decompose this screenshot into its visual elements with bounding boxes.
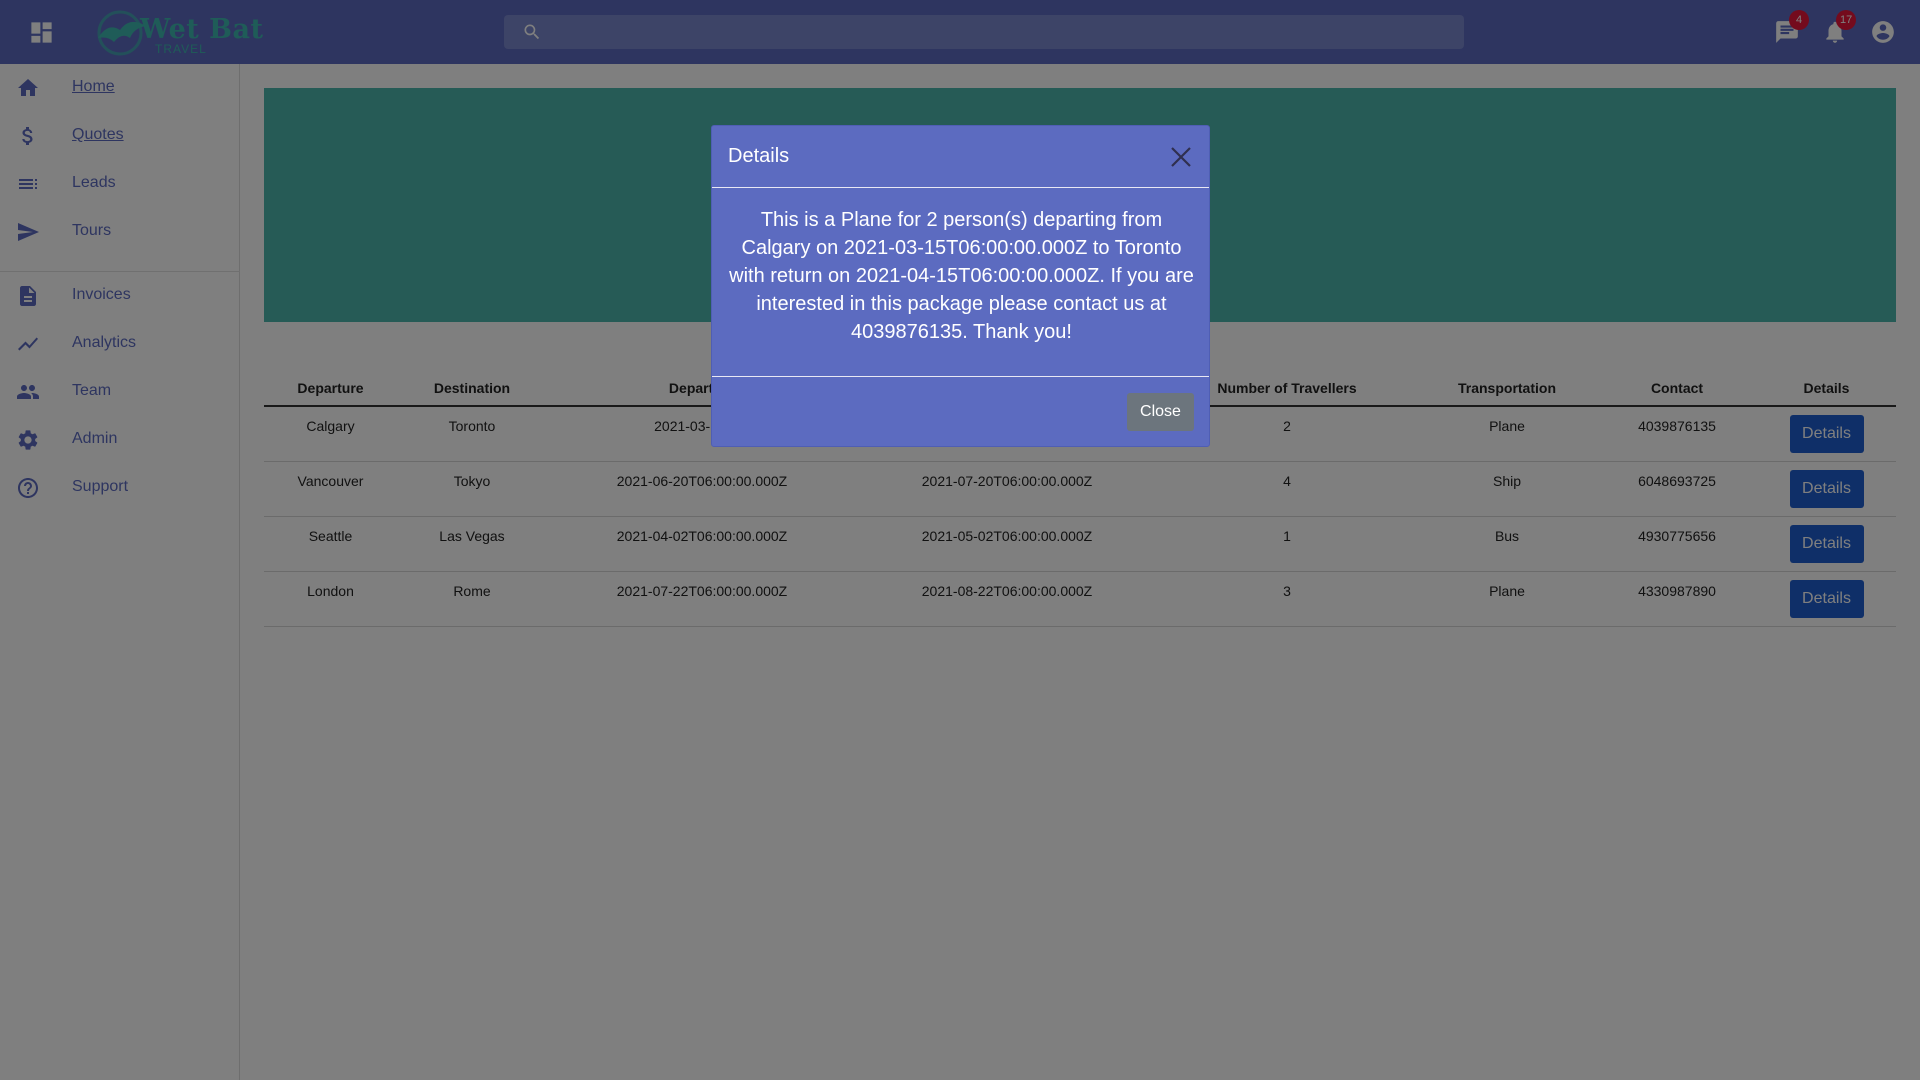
modal-header: Details	[712, 126, 1209, 188]
modal-message: This is a Plane for 2 person(s) departin…	[729, 209, 1194, 343]
modal-footer: Close	[712, 376, 1209, 448]
modal-title: Details	[728, 145, 790, 167]
close-button[interactable]: Close	[1127, 393, 1194, 431]
details-modal: Details This is a Plane for 2 person(s) …	[711, 125, 1210, 447]
close-icon[interactable]	[1169, 145, 1193, 169]
